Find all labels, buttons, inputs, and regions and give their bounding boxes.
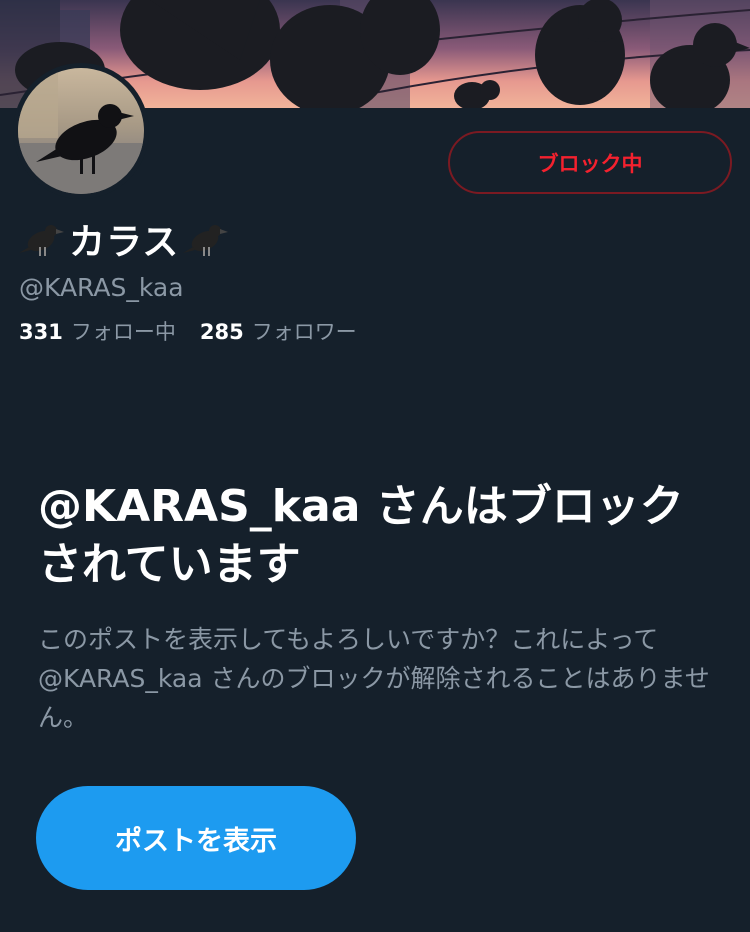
blocked-button[interactable]: ブロック中 [448,131,732,194]
follow-stats: 331 フォロー中 285 フォロワー [19,316,357,346]
crow-emoji-icon [19,219,65,259]
user-handle: @KARAS_kaa [19,273,184,302]
avatar[interactable] [13,63,149,199]
blocked-description: このポストを表示してもよろしいですか？これによって @KARAS_kaa さんの… [38,625,710,732]
following-label: フォロー中 [70,320,176,344]
following-count: 331 [19,320,63,344]
followers-label: フォロワー [251,320,357,344]
show-posts-button-label: ポストを表示 [115,825,277,857]
blocked-button-label: ブロック中 [537,151,643,176]
show-posts-button[interactable]: ポストを表示 [36,786,356,890]
avatar-image [18,68,144,194]
following-link[interactable]: 331 フォロー中 [19,316,176,346]
followers-link[interactable]: 285 フォロワー [200,316,357,346]
profile-name-row: カラス [19,214,229,264]
crow-emoji-icon [183,219,229,259]
followers-count: 285 [199,320,244,344]
display-name: カラス [69,222,180,263]
blocked-headline: @KARAS_kaa さんはブロックされています [38,481,684,590]
